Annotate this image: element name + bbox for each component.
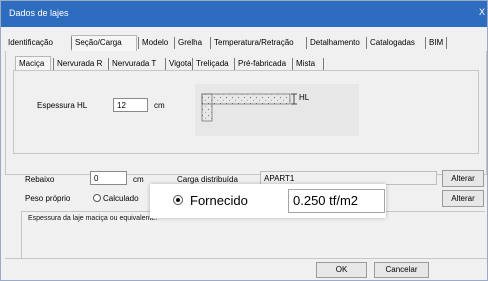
tab-separator xyxy=(306,37,307,49)
tab-separator xyxy=(425,37,426,49)
slab-section-drawing xyxy=(201,93,297,122)
ok-button[interactable]: OK xyxy=(316,262,367,278)
alterar-peso-button[interactable]: Alterar xyxy=(442,190,484,207)
carga-label: Carga distribuída xyxy=(177,175,238,184)
peso-proprio-value[interactable]: 0.250 tf/m2 xyxy=(288,189,385,213)
tab-catalogadas[interactable]: Catalogadas xyxy=(370,38,415,47)
tab-mista[interactable]: Mista xyxy=(296,59,315,68)
tab-separator xyxy=(192,58,193,70)
thickness-label: Espessura HL xyxy=(37,101,88,110)
rebaixo-unit: cm xyxy=(133,175,144,184)
carga-field: APART1 xyxy=(260,171,437,185)
tab-separator xyxy=(446,37,447,49)
thickness-unit: cm xyxy=(154,101,165,110)
tab-identificacao[interactable]: Identificação xyxy=(8,38,53,47)
tab-vigota[interactable]: Vigota xyxy=(169,59,192,68)
rebaixo-input[interactable]: 0 xyxy=(90,171,127,185)
close-icon[interactable]: X xyxy=(479,7,485,17)
main-tab-strip: Identificação Seção/Carga Modelo Grelha … xyxy=(5,35,487,52)
tab-grelha[interactable]: Grelha xyxy=(178,38,202,47)
tab-nervurada-t[interactable]: Nervurada T xyxy=(112,59,156,68)
slab-preview: HL xyxy=(195,84,359,136)
tab-temperatura-retracao[interactable]: Temperatura/Retração xyxy=(214,38,294,47)
cancel-button[interactable]: Cancelar xyxy=(374,262,429,278)
tab-secao-carga[interactable]: Seção/Carga xyxy=(75,38,122,47)
tab-separator xyxy=(323,58,324,70)
window-title: Dados de lajes xyxy=(9,8,69,18)
description-area: Espessura da laje maciça ou equivalente. xyxy=(21,211,485,259)
thickness-input[interactable]: 12 xyxy=(113,98,148,112)
tab-separator xyxy=(234,58,235,70)
tab-detalhamento[interactable]: Detalhamento xyxy=(310,38,360,47)
tab-separator xyxy=(366,37,367,49)
tab-separator xyxy=(138,37,139,49)
peso-proprio-label: Peso próprio xyxy=(25,194,71,203)
tab-separator xyxy=(53,58,54,70)
tab-macica[interactable]: Maciça xyxy=(19,59,44,68)
calculado-label: Calculado xyxy=(103,194,139,203)
section-tab-strip: Maciça Nervurada R Nervurada T Vigota Tr… xyxy=(13,55,479,71)
alterar-carga-button[interactable]: Alterar xyxy=(442,170,484,187)
title-bar: Dados de lajes X xyxy=(1,1,487,27)
footer-divider xyxy=(5,258,487,259)
tab-modelo[interactable]: Modelo xyxy=(142,38,168,47)
tab-separator xyxy=(174,37,175,49)
tab-separator xyxy=(71,37,72,49)
tab-trelicada[interactable]: Treliçada xyxy=(196,59,229,68)
rebaixo-label: Rebaixo xyxy=(25,175,55,184)
tab-bim[interactable]: BIM xyxy=(429,38,443,47)
description-text: Espessura da laje maciça ou equivalente. xyxy=(28,215,158,222)
dialog-window: Dados de lajes X Identificação Seção/Car… xyxy=(0,0,488,281)
tab-separator xyxy=(292,58,293,70)
tab-separator xyxy=(210,37,211,49)
tab-nervurada-r[interactable]: Nervurada R xyxy=(57,59,102,68)
tab-separator xyxy=(165,58,166,70)
calculado-radio[interactable] xyxy=(93,194,101,202)
peso-proprio-magnifier: Fornecido 0.250 tf/m2 xyxy=(150,184,386,218)
tab-separator xyxy=(108,58,109,70)
fornecido-radio[interactable] xyxy=(173,195,183,205)
hl-dimension-label: HL xyxy=(299,93,310,102)
tab-pre-fabricada[interactable]: Pré-fabricada xyxy=(238,59,286,68)
fornecido-label: Fornecido xyxy=(190,193,248,208)
